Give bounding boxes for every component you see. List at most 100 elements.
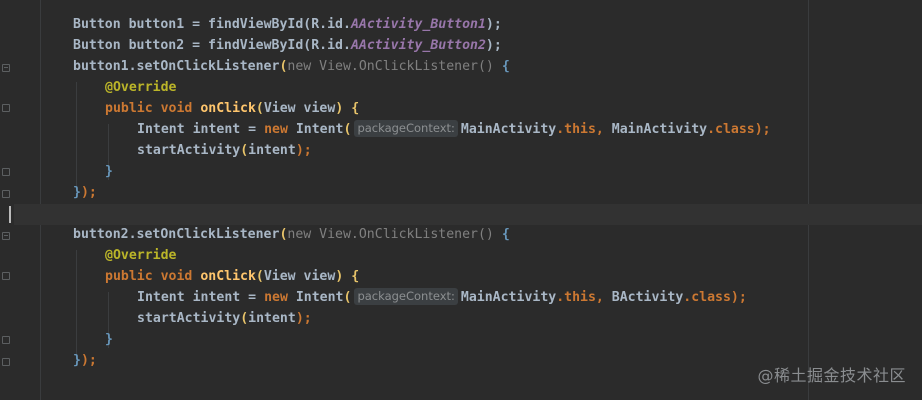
paren-token: ( <box>240 143 249 158</box>
variable-token: button2 <box>128 38 185 53</box>
operator-token: = <box>184 17 208 32</box>
current-line-highlight <box>14 204 922 225</box>
close-token: ); <box>485 17 502 32</box>
paren-token: ( <box>255 269 264 284</box>
close-token: ); <box>295 143 312 158</box>
code-line[interactable]: @Override <box>105 245 176 266</box>
class-token: MainActivity <box>460 290 557 305</box>
params-token: View view <box>263 101 336 116</box>
operator-token: = <box>184 38 208 53</box>
brace-token: } <box>73 185 81 200</box>
fold-marker-icon[interactable] <box>2 272 10 280</box>
comma-token: , <box>595 290 612 305</box>
right-margin-guide <box>808 0 809 400</box>
class-token: MainActivity <box>611 122 708 137</box>
parens-token: () <box>477 227 494 242</box>
class-token: MainActivity <box>460 122 557 137</box>
void-keyword: void <box>160 101 193 116</box>
fold-marker-icon[interactable] <box>2 232 10 240</box>
parameter-hint: packageContext: <box>354 288 458 305</box>
new-keyword: new <box>264 290 288 305</box>
class-token: BActivity <box>611 290 684 305</box>
this-keyword: .this <box>556 122 596 137</box>
brace-token: { <box>351 269 360 284</box>
code-line[interactable]: @Override <box>105 77 176 98</box>
code-line[interactable]: }); <box>73 182 97 203</box>
fold-marker-icon[interactable] <box>2 64 10 72</box>
type-token: Button <box>73 17 121 32</box>
brace-token: { <box>351 101 360 116</box>
type-token: Intent <box>137 290 185 305</box>
paren-token: ( <box>343 122 352 137</box>
brace-token: } <box>105 332 113 347</box>
indent-guide <box>76 250 77 358</box>
code-line[interactable]: button2.setOnClickListener(new View.OnCl… <box>73 224 510 245</box>
operator-token: = <box>240 290 265 305</box>
indent-guide <box>76 82 77 190</box>
parameter-hint: packageContext: <box>354 120 458 137</box>
method-call-token: findViewById <box>208 38 304 53</box>
code-line[interactable]: public void onClick(View view) { <box>105 266 359 287</box>
method-call-token: startActivity <box>137 311 241 326</box>
brace-token: } <box>73 353 81 368</box>
method-call-token: startActivity <box>137 143 241 158</box>
close-token: ); <box>295 311 312 326</box>
fold-marker-icon[interactable] <box>2 190 10 198</box>
brace-token: } <box>105 164 113 179</box>
close-token: ); <box>80 185 97 200</box>
brace-token: { <box>501 59 510 74</box>
method-call-token: findViewById <box>208 17 304 32</box>
rid-token: R.id. <box>311 17 351 32</box>
public-keyword: public <box>105 101 153 116</box>
listener-type-token: View.OnClickListener <box>319 59 478 74</box>
new-keyword: new <box>264 122 288 137</box>
watermark-text: @稀土掘金技术社区 <box>757 366 906 385</box>
setter-token: button2.setOnClickListener <box>73 227 280 242</box>
close-token: ); <box>730 290 747 305</box>
code-line[interactable]: Button button2 = findViewById(R.id.AActi… <box>73 35 502 56</box>
close-token: ); <box>80 353 97 368</box>
code-line[interactable]: }); <box>73 350 97 371</box>
new-keyword: new <box>287 59 312 74</box>
code-line[interactable]: button1.setOnClickListener(new View.OnCl… <box>73 56 510 77</box>
parens-token: () <box>477 59 494 74</box>
ctor-token: Intent <box>295 122 344 137</box>
code-line[interactable]: public void onClick(View view) { <box>105 98 359 119</box>
fold-marker-icon[interactable] <box>2 358 10 366</box>
argument-token: intent <box>248 311 296 326</box>
class-keyword: .class <box>683 290 731 305</box>
paren-token: ) <box>335 101 344 116</box>
code-line[interactable]: startActivity(intent); <box>137 140 312 161</box>
this-keyword: .this <box>556 290 596 305</box>
variable-token: button1 <box>128 17 185 32</box>
type-token: Button <box>73 38 121 53</box>
new-keyword: new <box>287 227 312 242</box>
variable-token: intent <box>192 122 241 137</box>
params-token: View view <box>263 269 336 284</box>
code-line[interactable]: Button button1 = findViewById(R.id.AActi… <box>73 14 502 35</box>
paren-token: ( <box>343 290 352 305</box>
fold-marker-icon[interactable] <box>2 168 10 176</box>
operator-token: = <box>240 122 265 137</box>
code-line[interactable]: startActivity(intent); <box>137 308 312 329</box>
ctor-token: Intent <box>295 290 344 305</box>
text-caret <box>9 206 11 223</box>
indent-guide <box>40 0 41 400</box>
annotation-token: @Override <box>105 80 177 95</box>
annotation-token: @Override <box>105 248 177 263</box>
paren-token: ) <box>335 269 344 284</box>
code-editor[interactable]: Button button1 = findViewById(R.id.AActi… <box>0 0 922 400</box>
code-line[interactable]: } <box>105 161 113 182</box>
code-line[interactable]: Intent intent = new Intent(packageContex… <box>137 119 771 140</box>
field-token: AActivity_Button2 <box>350 38 486 53</box>
fold-marker-icon[interactable] <box>2 104 10 112</box>
paren-token: ( <box>240 311 249 326</box>
code-line[interactable]: } <box>105 329 113 350</box>
setter-token: button1.setOnClickListener <box>73 59 280 74</box>
fold-marker-icon[interactable] <box>2 336 10 344</box>
code-line[interactable]: Intent intent = new Intent(packageContex… <box>137 287 747 308</box>
method-name-token: onClick <box>200 101 256 116</box>
brace-token: { <box>501 227 510 242</box>
void-keyword: void <box>160 269 193 284</box>
rid-token: R.id. <box>311 38 351 53</box>
